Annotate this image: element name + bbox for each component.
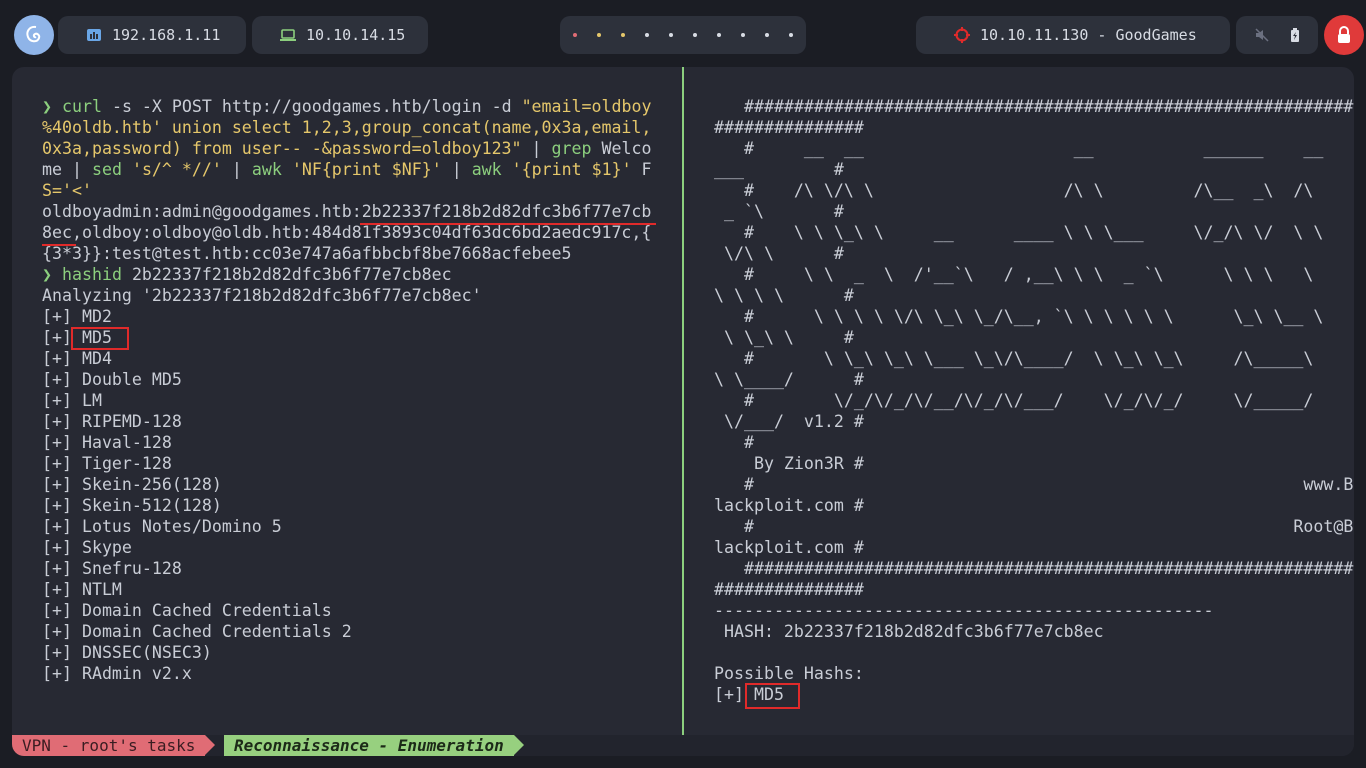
debian-menu-button[interactable] [14,15,54,55]
workspace-dot[interactable] [669,33,673,37]
workspace-dot[interactable] [621,33,625,37]
curl-line-5: S='<' [42,181,92,200]
right-output-line: # \/_/\/_/\/__/\/_/\/___/ \/_/\/_/ \/___… [714,391,1314,410]
right-output-line: ########################################… [714,559,1354,578]
right-output-line: # \ \ \ \ \/\ \_\ \_/\__, `\ \ \ \ \ \ \… [714,307,1324,326]
workspace-dot[interactable] [741,33,745,37]
hash-result-item: [+] Skype [42,538,132,557]
workspace-dot[interactable] [597,33,601,37]
output-line-2: 8ec,oldboy:oldboy@oldb.htb:484d81f3893c0… [42,223,652,242]
right-pane[interactable]: ########################################… [684,67,1354,735]
lock-button[interactable] [1324,15,1364,55]
top-bar: 192.168.1.11 10.10.14.15 10.10.11.130 - … [0,0,1366,68]
hash-underline-1 [360,223,656,225]
workspace-dot[interactable] [645,33,649,37]
hash-result-item: [+] RIPEMD-128 [42,412,182,431]
right-output-line: By Zion3R # [714,454,864,473]
hash-result-item: [+] LM [42,391,102,410]
hash-underline-2 [42,244,76,246]
hash-result-item: [+] RAdmin v2.x [42,664,192,683]
analyzing-line: Analyzing '2b22337f218b2d82dfc3b6f77e7cb… [42,286,482,305]
target-widget[interactable]: 10.10.11.130 - GoodGames [916,16,1230,54]
right-output-line: ----------------------------------------… [714,601,1214,620]
right-output-line: lackploit.com # [714,496,864,515]
volume-muted-icon[interactable] [1254,28,1269,42]
right-output-line: ############### [714,580,864,599]
hash-result-item: [+] Snefru-128 [42,559,182,578]
right-output-line: Possible Hashs: [714,664,864,683]
right-output-line: # www.B [714,475,1354,494]
md5-highlight-left [71,327,129,350]
hash-result-item: [+] DNSSEC(NSEC3) [42,643,212,662]
curl-line-1: ❯ curl -s -X POST http://goodgames.htb/l… [42,97,652,116]
curl-line-3: 0x3a,password) from user-- -&password=ol… [42,139,652,158]
right-output-line: HASH: 2b22337f218b2d82dfc3b6f77e7cb8ec [714,622,1104,641]
terminal-window[interactable]: ❯ curl -s -X POST http://goodgames.htb/l… [12,67,1354,756]
hash-result-item: [+] Skein-256(128) [42,475,222,494]
right-output-line: ___ # [714,160,844,179]
session-name[interactable]: VPN - root's tasks [12,735,216,756]
target-label: 10.10.11.130 - GoodGames [980,26,1197,44]
vpn-ip-widget[interactable]: 10.10.14.15 [252,16,428,54]
right-output-line: \ \_\ \ # [714,328,854,347]
window-name[interactable]: Reconnaissance - Enumeration [224,735,524,756]
right-output-line: # \ \ \_\ \ __ ____ \ \ \___ \/_/\ \/ \ … [714,223,1324,242]
workspace-indicator[interactable] [560,16,806,54]
right-output-line: \/___/ v1.2 # [714,412,864,431]
battery-icon[interactable] [1290,28,1300,42]
hash-result-item: [+] NTLM [42,580,122,599]
workspace-dot[interactable] [693,33,697,37]
network-icon [87,29,101,41]
hash-result-item: [+] Skein-512(128) [42,496,222,515]
right-output-line: ############### [714,118,864,137]
hash-result-item: [+] Double MD5 [42,370,182,389]
right-output-line: # /\ \/\ \ /\ \ /\__ _\ /\ [714,181,1314,200]
output-line-3: {3*3}}:test@test.htb:cc03e747a6afbbcbf8b… [42,244,572,263]
workspace-dot[interactable] [573,33,577,37]
hash-result-item: [+] Lotus Notes/Domino 5 [42,517,282,536]
md5-highlight-right [745,683,800,709]
hash-result-item: [+] MD4 [42,349,112,368]
curl-line-4: me | sed 's/^ *//' | awk 'NF{print $NF}'… [42,160,652,179]
lock-icon [1338,26,1350,43]
curl-line-2: %40oldb.htb' union select 1,2,3,group_co… [42,118,652,137]
right-output-line: \ \____/ # [714,370,864,389]
target-icon [954,27,970,43]
hash-result-item: [+] Domain Cached Credentials 2 [42,622,352,641]
hash-result-item: [+] Tiger-128 [42,454,172,473]
right-output-line: # Root@B [714,517,1354,536]
right-output-line: # \ \_\ \_\ \___ \_\/\____/ \ \_\ \_\ /\… [714,349,1314,368]
workspace-dot[interactable] [717,33,721,37]
debian-logo-icon [26,25,41,43]
workspace-dot[interactable] [789,33,793,37]
tmux-status-bar: VPN - root's tasks Reconnaissance - Enum… [12,735,1354,756]
hash-result-item: [+] Haval-128 [42,433,172,452]
workspace-dot[interactable] [765,33,769,37]
vpn-ip: 10.10.14.15 [306,26,406,44]
right-output-line: \/\ \ # [714,244,844,263]
local-ip: 192.168.1.11 [112,26,221,44]
right-output-line: _ `\ # [714,202,844,221]
hashid-command-line: ❯ hashid 2b22337f218b2d82dfc3b6f77e7cb8e… [42,265,452,284]
system-tray[interactable] [1236,16,1318,54]
right-output-line: ########################################… [714,97,1354,116]
right-output-line: # [714,433,754,452]
right-output-line: lackploit.com # [714,538,864,557]
right-output-line: \ \ \ \ # [714,286,854,305]
hash-result-item: [+] Domain Cached Credentials [42,601,332,620]
right-output-line: # __ __ __ ______ __ [714,139,1324,158]
left-pane[interactable]: ❯ curl -s -X POST http://goodgames.htb/l… [12,67,682,735]
hash-result-item: [+] MD2 [42,307,112,326]
local-ip-widget[interactable]: 192.168.1.11 [58,16,246,54]
output-line-1: oldboyadmin:admin@goodgames.htb:2b22337f… [42,202,652,221]
right-output-line: # \ \ _ \ /'__`\ / ,__\ \ \ _ `\ \ \ \ \ [714,265,1314,284]
laptop-icon [280,29,296,41]
